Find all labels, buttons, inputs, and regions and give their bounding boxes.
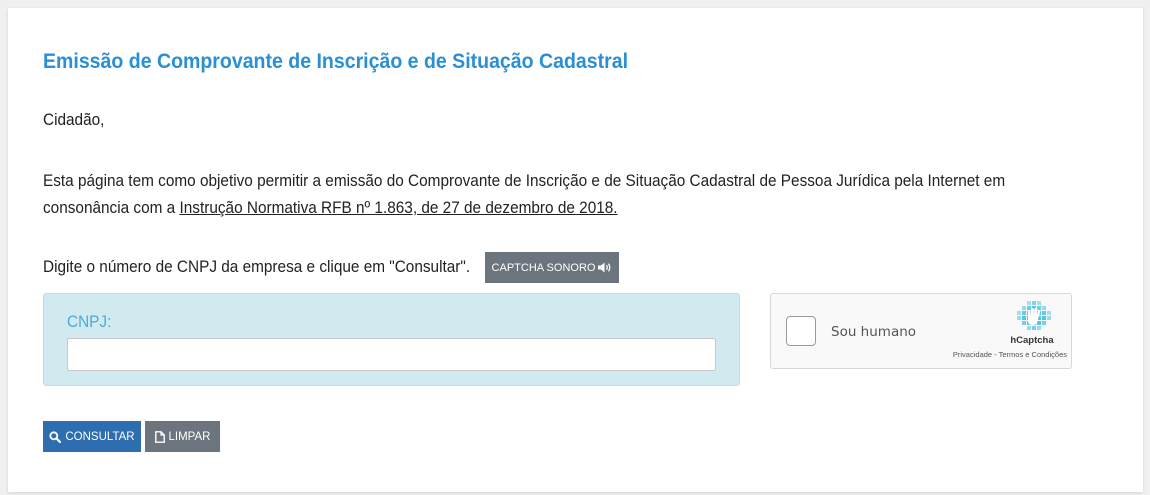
consultar-button[interactable]: CONSULTAR [43,421,141,452]
instruction-text: Digite o número de CNPJ da empresa e cli… [43,258,471,276]
limpar-button[interactable]: LIMPAR [145,421,220,452]
limpar-label: LIMPAR [168,430,211,443]
cnpj-input[interactable] [67,338,716,371]
captcha-links: Privacidade - Termos e Condições [921,350,1067,359]
captcha-label: Sou humano [831,324,917,340]
hcaptcha-widget: Sou humano hCaptcha Privacidade - Termos… [770,293,1072,369]
captcha-checkbox[interactable] [786,316,816,346]
search-icon [49,430,62,443]
consultar-label: CONSULTAR [65,430,135,443]
main-card: Emissão de Comprovante de Inscrição e de… [8,8,1143,492]
hcaptcha-logo-icon [1017,301,1051,330]
captcha-privacy-link[interactable]: Privacidade [953,350,992,359]
document-icon [154,430,165,443]
captcha-audio-button[interactable]: CAPTCHA SONORO [485,252,619,283]
description-paragraph: Esta página tem como objetivo permitir a… [43,168,1043,222]
instrucao-normativa-link[interactable]: Instrução Normativa RFB nº 1.863, de 27 … [179,199,617,217]
captcha-audio-label: CAPTCHA SONORO [491,261,596,274]
page-title: Emissão de Comprovante de Inscrição e de… [43,50,629,73]
volume-icon [598,262,611,273]
cnpj-label: CNPJ: [67,313,112,331]
hcaptcha-brand: hCaptcha [1010,335,1054,346]
captcha-terms-link[interactable]: Termos e Condições [999,350,1067,359]
cnpj-panel: CNPJ: [43,293,740,386]
greeting-text: Cidadão, [43,111,105,129]
